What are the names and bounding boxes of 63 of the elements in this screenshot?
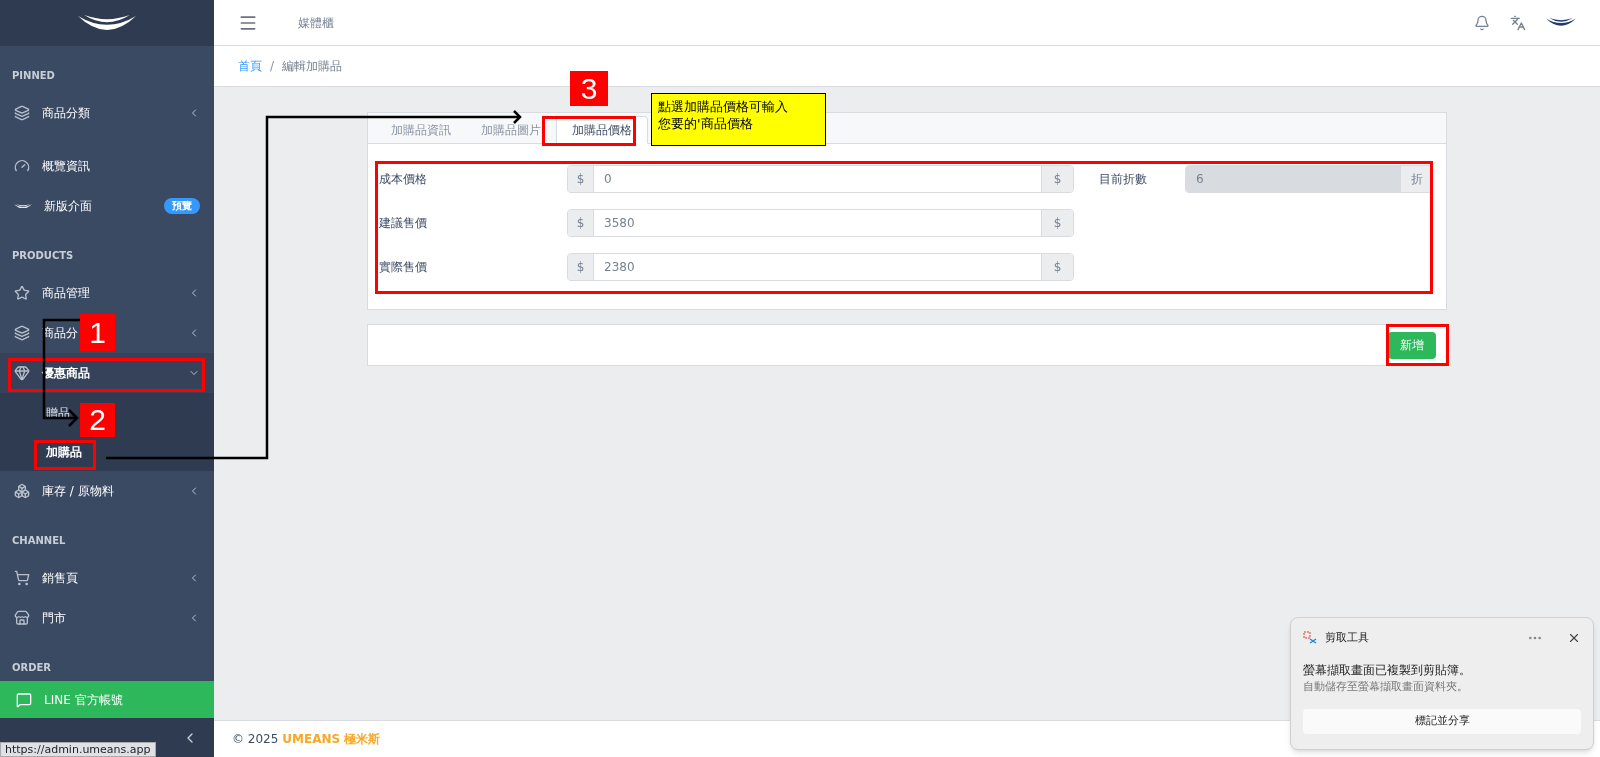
star-icon — [14, 285, 30, 301]
price-input-group[interactable]: $ 3580 $ — [567, 209, 1074, 237]
breadcrumb-current: 編輯加購品 — [282, 58, 343, 75]
store-icon — [14, 610, 30, 626]
sidebar-item[interactable]: 門市 — [42, 609, 66, 627]
sidebar-item[interactable]: 庫存 / 原物料 — [42, 482, 114, 500]
boxes-icon — [14, 483, 30, 499]
field-label: 建議售價 — [379, 215, 428, 232]
sidebar-item[interactable]: 概覽資訊 — [42, 157, 90, 175]
sidebar-item[interactable]: 商品管理 — [42, 284, 90, 302]
add-button[interactable]: 新增 — [1388, 331, 1436, 359]
field-label: 成本價格 — [379, 171, 428, 188]
section-heading: CHANNEL — [12, 533, 66, 548]
brand-logo — [78, 15, 136, 31]
brand-name: UMEANS 極米斯 — [282, 731, 381, 748]
highlight-frame — [34, 440, 96, 470]
logo-icon — [14, 203, 32, 209]
sidebar-item[interactable]: 銷售頁 — [42, 569, 78, 587]
scissors-icon — [1303, 631, 1317, 646]
header-link[interactable]: 媒體櫃 — [298, 13, 334, 32]
tab[interactable]: 加購品圖片 — [466, 116, 556, 144]
sidebar-item[interactable]: 商品分類 — [42, 104, 90, 122]
badge: 預覽 — [164, 198, 200, 214]
diamond-icon — [14, 365, 30, 381]
field-label: 實際售價 — [379, 259, 428, 276]
field-label: 目前折數 — [1099, 171, 1148, 188]
price-input-group[interactable]: $ 2380 $ — [567, 253, 1074, 281]
toast-detail: 自動儲存至螢幕擷取畫面資料夾。 — [1303, 678, 1469, 695]
highlight-frame — [1386, 324, 1449, 366]
unit-addon: 折 — [1400, 166, 1432, 192]
section-heading: PRODUCTS — [12, 248, 74, 263]
cart-icon — [14, 570, 30, 586]
section-heading: ORDER — [12, 660, 52, 675]
currency-addon: $ — [568, 166, 594, 192]
submenu-item[interactable]: 加購品 — [46, 442, 82, 461]
layers-icon — [14, 325, 30, 341]
share-button[interactable]: 標記並分享 — [1303, 709, 1581, 734]
unit-addon: $ — [1041, 210, 1073, 236]
unit-addon: $ — [1041, 166, 1073, 192]
currency-addon: $ — [568, 254, 594, 280]
currency-addon: $ — [568, 210, 594, 236]
app-name: 剪取工具 — [1325, 630, 1370, 646]
breadcrumb-link[interactable]: 首頁 — [238, 57, 262, 75]
callout-note: 點選加購品價格可輸入 您要的'商品價格 — [651, 93, 826, 146]
tab[interactable]: 加購品資訊 — [376, 116, 466, 144]
unit-addon: $ — [1041, 254, 1073, 280]
section-heading: PINNED — [12, 68, 55, 83]
step-number: 3 — [570, 71, 608, 106]
bell-icon[interactable] — [1474, 14, 1490, 31]
copyright-text: © 2025 — [232, 731, 279, 748]
gauge-icon — [14, 158, 30, 174]
step-number: 1 — [80, 314, 115, 351]
breadcrumb-separator: / — [270, 58, 275, 75]
sidebar-item[interactable]: 新版介面 — [44, 197, 92, 215]
chat-icon — [16, 691, 32, 708]
toast-message: 螢幕擷取畫面已複製到剪貼簿。 — [1303, 661, 1472, 679]
layers-icon — [14, 105, 30, 121]
language-icon[interactable] — [1510, 14, 1526, 31]
link-preview: https://admin.umeans.app — [0, 742, 156, 757]
brand-logo — [1546, 18, 1576, 27]
line-button[interactable]: LINE 官方帳號 — [0, 681, 214, 718]
step-number: 2 — [80, 403, 115, 437]
price-input-group[interactable]: $ 0 $ — [567, 165, 1074, 193]
